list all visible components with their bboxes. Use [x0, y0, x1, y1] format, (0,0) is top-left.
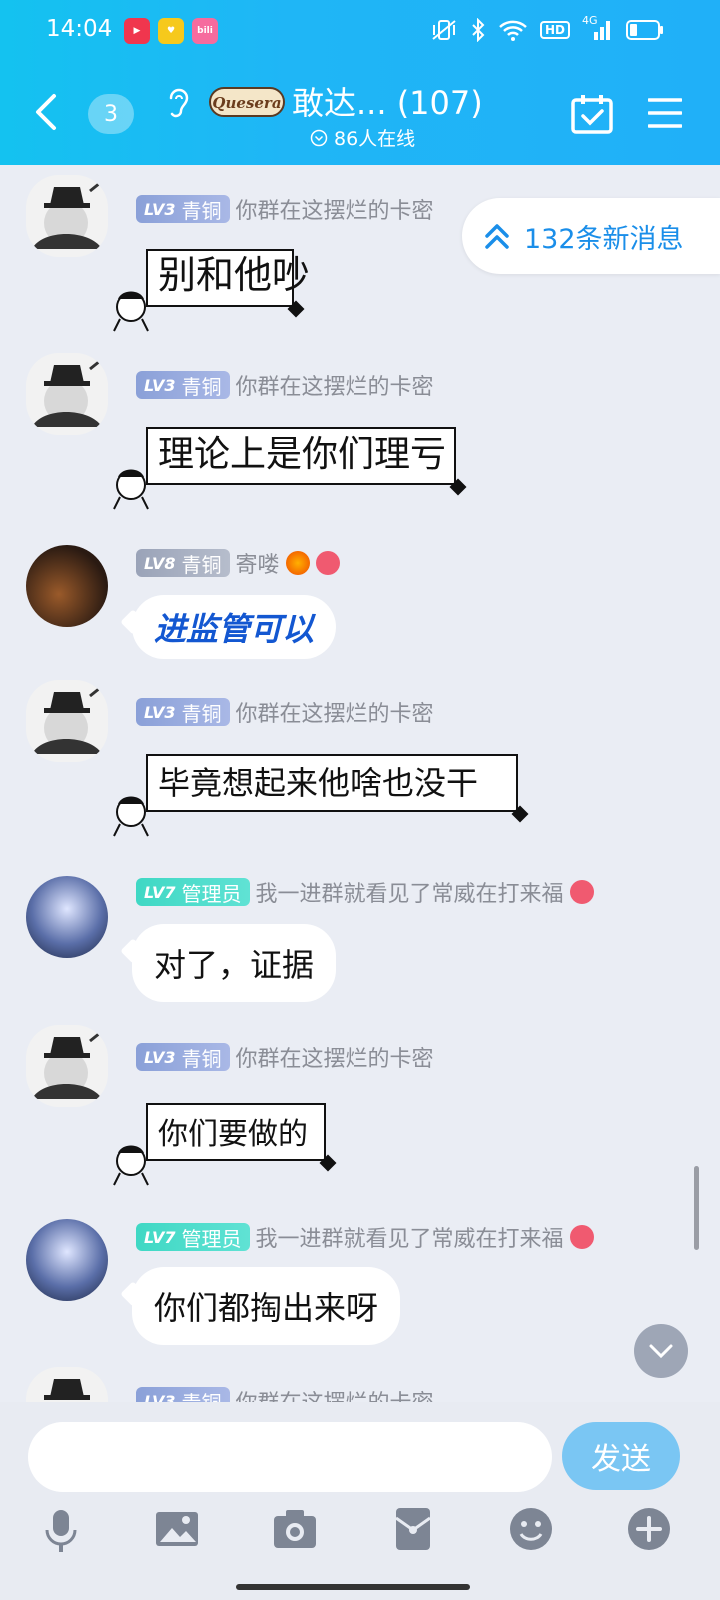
svg-text:Quesera: Quesera [212, 94, 281, 112]
bluetooth-icon [472, 18, 485, 42]
chat-app-icon: ♥ [158, 18, 184, 44]
back-button[interactable] [30, 90, 62, 134]
hd-badge: HD [539, 21, 570, 39]
sticker-text: 毕竟想起来他啥也没干 [146, 754, 518, 812]
fire-icon [285, 551, 310, 575]
status-indicators: HD 4G [430, 14, 664, 42]
sender-nickname[interactable]: 你群在这摆烂的卡密 [236, 193, 434, 225]
avatar[interactable] [26, 1025, 108, 1107]
sender-meta: LV3青铜 你群在这摆烂的卡密 [136, 193, 434, 225]
emoji-face-icon [315, 551, 340, 575]
vibrate-mute-icon [432, 20, 456, 40]
battery-icon [626, 20, 663, 40]
text-bubble[interactable]: 你们都掏出来呀 [132, 1267, 401, 1345]
sticker-text: 理论上是你们理亏 [146, 427, 456, 485]
camera-icon[interactable] [272, 1506, 318, 1552]
emoji-face-icon [569, 1225, 594, 1249]
level-badge: LV3青铜 [136, 195, 230, 223]
status-app-icons: ▶ ♥ bili [124, 18, 218, 44]
emoji-face-icon [569, 880, 594, 904]
menu-button[interactable] [648, 96, 682, 130]
level-badge: LV3青铜 [136, 698, 230, 726]
chat-area[interactable]: LV3 青铜 你群在这摆烂的卡密 别和他吵 LV3 青铜 你群在这摆烂的卡密 理论上… [0, 165, 720, 1430]
plus-icon[interactable] [626, 1506, 672, 1552]
avatar[interactable] [26, 545, 108, 627]
online-status[interactable]: 86人在线 [310, 124, 415, 151]
chevron-circle-icon [310, 129, 328, 146]
text-bubble[interactable]: 对了，证据 [132, 924, 337, 1002]
sender-nickname[interactable]: 你群在这摆烂的卡密 [236, 369, 434, 401]
cellular-signal-icon: 4G [582, 14, 614, 42]
home-indicator[interactable] [236, 1584, 470, 1590]
send-button[interactable]: 发送 [562, 1422, 680, 1490]
admin-badge: LV7 管理员 [136, 878, 250, 906]
sender-nickname[interactable]: 你群在这摆烂的卡密 [236, 1041, 434, 1073]
avatar[interactable] [26, 175, 108, 257]
sender-meta: LV3青铜 你群在这摆烂的卡密 [136, 696, 434, 728]
scrollbar-thumb[interactable] [694, 1166, 699, 1250]
sender-meta: LV7 管理员 我一进群就看见了常威在打来福 [136, 876, 594, 908]
sender-meta: LV3青铜 你群在这摆烂的卡密 [136, 1041, 434, 1073]
emoji-icon[interactable] [508, 1506, 554, 1552]
sticker-text: 别和他吵 [146, 249, 310, 307]
calendar-check-button[interactable] [571, 94, 613, 134]
wifi-icon [499, 20, 527, 41]
avatar[interactable] [26, 1219, 108, 1301]
level-badge: LV8 青铜 [136, 549, 230, 577]
text-bubble[interactable]: 进监管可以 [132, 595, 337, 659]
new-messages-button[interactable]: 132条新消息 [462, 198, 720, 274]
video-app-icon: ▶ [124, 18, 150, 44]
sender-nickname[interactable]: 我一进群就看见了常威在打来福 [256, 1221, 564, 1253]
admin-badge: LV7 管理员 [136, 1223, 250, 1251]
message-input[interactable] [28, 1422, 552, 1492]
bilibili-icon: bili [192, 18, 218, 44]
sender-meta: LV3青铜 你群在这摆烂的卡密 [136, 369, 434, 401]
online-count: 86人在线 [334, 128, 416, 150]
scroll-to-bottom-button[interactable] [634, 1324, 688, 1378]
group-logo: Quesera [208, 82, 286, 122]
chevron-down-icon [649, 1344, 673, 1359]
sender-nickname[interactable]: 寄喽 [236, 547, 280, 579]
group-title[interactable]: 敢达... (107) [292, 78, 483, 124]
level-badge: LV3青铜 [136, 1043, 230, 1071]
input-bar: 发送 [0, 1402, 720, 1600]
sender-meta: LV8 青铜 寄喽 [136, 547, 340, 579]
avatar[interactable] [26, 876, 108, 958]
image-icon[interactable] [154, 1506, 200, 1552]
sender-nickname[interactable]: 你群在这摆烂的卡密 [236, 696, 434, 728]
avatar[interactable] [26, 680, 108, 762]
unread-count-badge[interactable]: 3 [88, 94, 134, 134]
red-packet-icon[interactable] [390, 1506, 436, 1552]
double-chevron-up-icon [485, 224, 509, 249]
microphone-icon[interactable] [38, 1506, 84, 1552]
avatar[interactable] [26, 353, 108, 435]
sender-nickname[interactable]: 我一进群就看见了常威在打来福 [256, 876, 564, 908]
sender-meta: LV7 管理员 我一进群就看见了常威在打来福 [136, 1221, 594, 1253]
top-bar: 14:04 ▶ ♥ bili HD 4G 3 Quesera 敢达... (10… [0, 0, 720, 165]
sticker-text: 你们要做的 [146, 1103, 326, 1161]
status-time: 14:04 [46, 16, 113, 42]
ear-icon[interactable] [165, 86, 191, 120]
new-messages-label: 132条新消息 [524, 223, 684, 255]
level-badge: LV3青铜 [136, 371, 230, 399]
